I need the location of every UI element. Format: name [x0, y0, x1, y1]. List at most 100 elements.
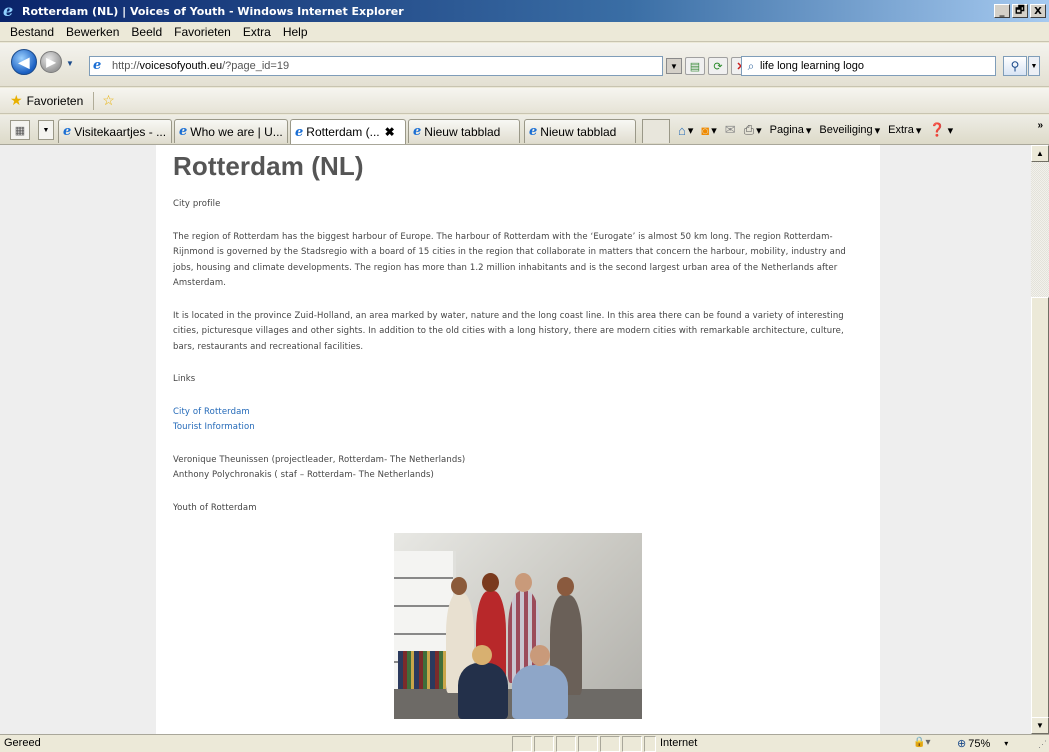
search-options-dropdown[interactable]: ▼	[1028, 56, 1040, 76]
page-content: Rotterdam (NL) City profile The region o…	[156, 145, 880, 734]
recent-pages-dropdown[interactable]: ▼	[66, 59, 74, 68]
ie-page-icon: e	[295, 124, 304, 140]
page-menu-label: Pagina	[769, 124, 804, 136]
page-menu[interactable]: Pagina ▾	[770, 124, 812, 137]
command-bar: ⌂ ▾ ◙ ▾ ✉ ⎙ ▾ Pagina ▾ Beveiliging ▾ Extra ▾ ❓…	[678, 122, 953, 138]
tab-label: Visitekaartjes - ...	[74, 124, 167, 139]
status-panel	[622, 736, 642, 752]
maximize-button[interactable]: 🗗	[1012, 4, 1028, 18]
tab-label: Nieuw tabblad	[424, 124, 501, 139]
tab-label: Who we are | U...	[190, 124, 283, 139]
security-menu-label: Beveiliging	[819, 124, 873, 136]
favorites-star-icon: ★	[10, 92, 23, 108]
home-icon: ⌂	[678, 122, 686, 138]
url-host: voicesofyouth.eu	[139, 60, 223, 72]
add-to-favorites-bar-icon[interactable]: ☆	[102, 92, 115, 109]
contact-line-2: Anthony Polychronakis ( staf – Rotterdam…	[173, 470, 434, 480]
status-bar: Gereed Internet 🔒▾ ⊕ 75% ▾ ⋰	[0, 734, 1049, 752]
search-value: life long learning logo	[760, 60, 864, 72]
tab-visitekaartjes[interactable]: e Visitekaartjes - ...	[58, 119, 172, 143]
tab-label: Nieuw tabblad	[540, 124, 617, 139]
page-title: Rotterdam (NL)	[173, 151, 364, 181]
tab-nieuw-tabblad-1[interactable]: e Nieuw tabblad	[408, 119, 520, 143]
favorites-separator	[93, 91, 95, 110]
favorites-bar: ★ Favorieten ☆	[0, 88, 1049, 114]
address-input[interactable]: e http://voicesofyouth.eu/?page_id=19	[89, 56, 663, 76]
menu-extra[interactable]: Extra	[237, 25, 277, 39]
status-panel	[644, 736, 656, 752]
print-button[interactable]: ⎙ ▾	[744, 122, 762, 138]
window-title-bar[interactable]: e Rotterdam (NL) | Voices of Youth - Win…	[0, 0, 1049, 22]
city-profile-heading: City profile	[173, 199, 221, 209]
window-title: Rotterdam (NL) | Voices of Youth - Windo…	[22, 4, 404, 18]
home-button[interactable]: ⌂ ▾	[678, 123, 693, 138]
menu-beeld[interactable]: Beeld	[125, 25, 168, 39]
read-mail-button[interactable]: ✉	[725, 122, 736, 138]
extra-menu[interactable]: Extra ▾	[888, 124, 921, 137]
vertical-scrollbar[interactable]: ▲ ▼	[1031, 145, 1049, 752]
back-arrow-icon: ◀	[18, 53, 30, 70]
status-panel	[512, 736, 532, 752]
new-tab-button[interactable]	[642, 119, 670, 143]
extra-menu-label: Extra	[888, 124, 914, 136]
tourist-information-link[interactable]: Tourist Information	[173, 420, 863, 436]
ie-page-icon: e	[63, 124, 72, 139]
security-zone-label: Internet	[660, 737, 698, 749]
search-input[interactable]: ⌕ life long learning logo	[741, 56, 996, 76]
tab-list-dropdown[interactable]: ▼	[38, 120, 54, 140]
tab-who-we-are[interactable]: e Who we are | U...	[174, 119, 288, 143]
page-icon: e	[93, 58, 102, 73]
tab-bar: ▦ ▼ e Visitekaartjes - ... e Who we are | …	[0, 115, 1049, 145]
status-panel	[534, 736, 554, 752]
close-tab-icon[interactable]: ✖	[385, 125, 395, 139]
zoom-icon: ⊕	[957, 738, 967, 750]
ie-logo-icon: e	[3, 1, 14, 20]
back-button[interactable]: ◀	[11, 49, 37, 75]
rss-icon: ◙	[701, 122, 710, 138]
minimize-button[interactable]: _	[994, 4, 1010, 18]
city-of-rotterdam-link[interactable]: City of Rotterdam	[173, 405, 863, 421]
scroll-down-button[interactable]: ▼	[1031, 717, 1049, 734]
menu-favorieten[interactable]: Favorieten	[168, 25, 237, 39]
status-text: Gereed	[4, 737, 41, 749]
ie-page-icon: e	[179, 124, 188, 139]
tab-nieuw-tabblad-2[interactable]: e Nieuw tabblad	[524, 119, 636, 143]
address-dropdown-button[interactable]: ▼	[666, 58, 682, 74]
protected-mode-icon[interactable]: 🔒▾	[913, 737, 930, 748]
page-viewport[interactable]: Rotterdam (NL) City profile The region o…	[0, 145, 1031, 734]
address-toolbar: ◀ ▶ ▼ e http://voicesofyouth.eu/?page_id…	[0, 43, 1049, 87]
forward-button[interactable]: ▶	[40, 51, 62, 73]
compatibility-view-icon[interactable]: ▤	[685, 57, 705, 75]
help-icon: ❓	[929, 122, 946, 137]
mail-icon: ✉	[724, 122, 736, 137]
status-panel	[578, 736, 598, 752]
ie-page-icon: e	[529, 124, 538, 139]
resize-grip-icon[interactable]: ⋰	[1038, 739, 1047, 750]
status-panel	[556, 736, 576, 752]
feeds-button[interactable]: ◙ ▾	[701, 123, 716, 138]
zoom-level-button[interactable]: ⊕ 75% ▾	[957, 737, 1008, 751]
scroll-up-button[interactable]: ▲	[1031, 145, 1049, 162]
scroll-thumb[interactable]	[1031, 297, 1049, 752]
url-path: /?page_id=19	[222, 60, 290, 72]
contact-line-1: Veronique Theunissen (projectleader, Rot…	[173, 454, 466, 465]
search-button[interactable]: ⚲	[1003, 56, 1027, 76]
quick-tabs-button[interactable]: ▦	[10, 120, 30, 140]
menu-bestand[interactable]: Bestand	[4, 25, 60, 39]
refresh-icon[interactable]: ⟳	[708, 57, 728, 75]
links-heading: Links	[173, 374, 196, 384]
menu-bewerken[interactable]: Bewerken	[60, 25, 125, 39]
help-menu[interactable]: ❓ ▾	[929, 122, 953, 138]
printer-icon: ⎙	[743, 122, 755, 137]
tab-rotterdam[interactable]: e Rotterdam (... ✖	[290, 119, 406, 144]
favorites-button[interactable]: Favorieten	[27, 94, 84, 108]
security-menu[interactable]: Beveiliging ▾	[819, 124, 880, 137]
more-commands-chevron-icon[interactable]: »	[1037, 120, 1043, 131]
youth-group-photo	[394, 533, 642, 719]
menu-help[interactable]: Help	[277, 25, 314, 39]
status-panel	[600, 736, 620, 752]
ie-page-icon: e	[413, 124, 422, 139]
search-provider-icon: ⌕	[747, 58, 755, 73]
close-button[interactable]: X	[1030, 4, 1046, 18]
tab-label: Rotterdam (...	[306, 125, 380, 139]
